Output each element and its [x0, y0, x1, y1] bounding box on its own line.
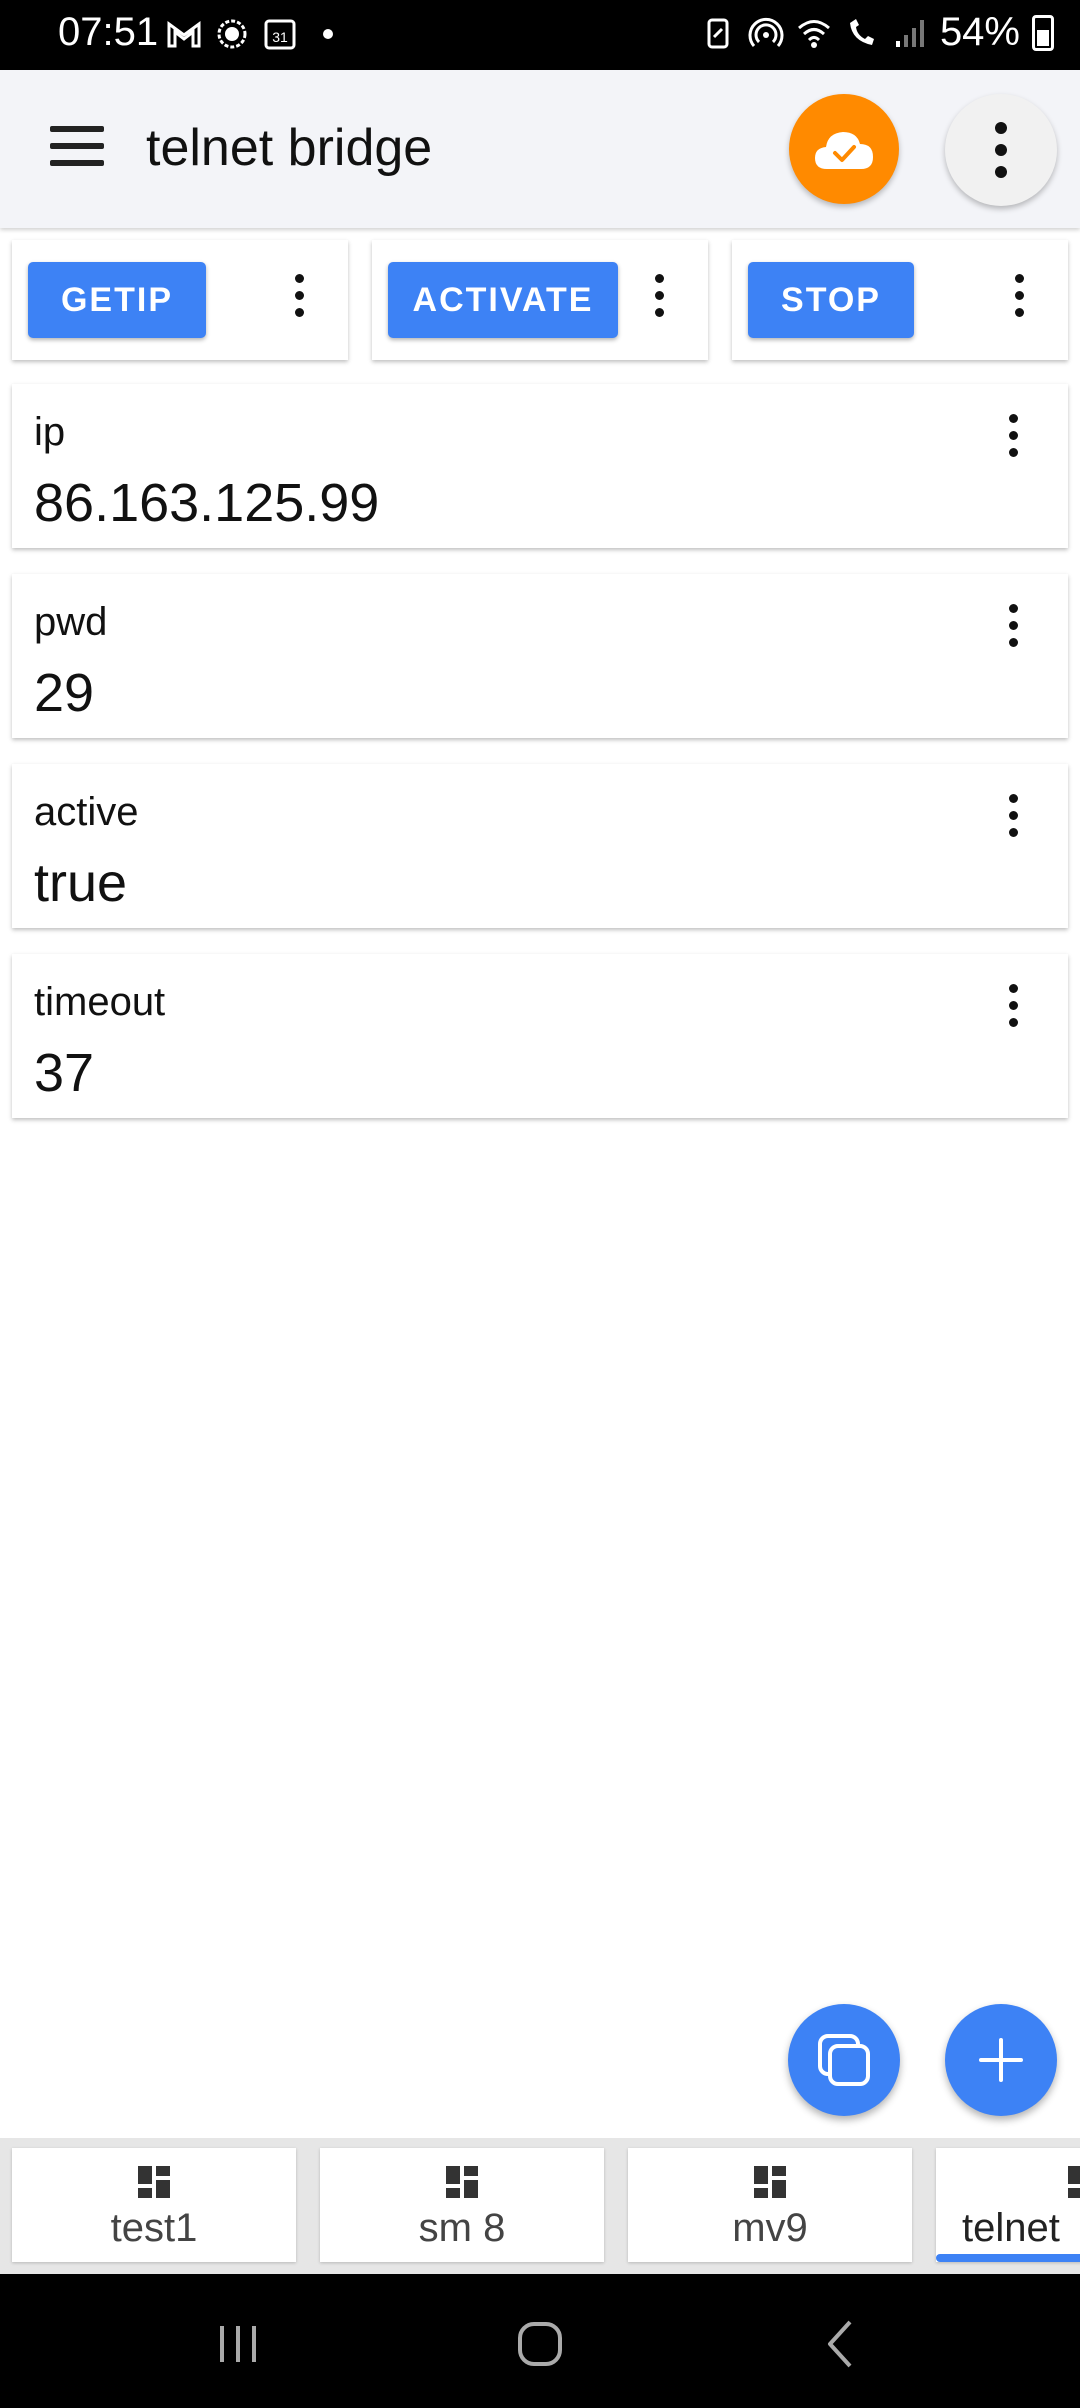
value-text: 86.163.125.99	[34, 473, 380, 533]
stop-card: STOP	[732, 240, 1068, 360]
battery-percent: 54%	[939, 10, 1020, 54]
cloud-check-icon	[815, 132, 873, 169]
tab-label: sm 8	[418, 2206, 506, 2250]
recent-apps-icon[interactable]	[208, 2314, 268, 2374]
system-nav-bar	[0, 2274, 1080, 2408]
card-more-icon[interactable]	[998, 414, 1028, 457]
more-options-button[interactable]	[945, 94, 1057, 206]
dashboard-icon	[138, 2166, 170, 2198]
more-vert-icon	[986, 122, 1016, 178]
getip-card: GETIP	[12, 240, 348, 360]
gmail-icon	[167, 21, 201, 48]
back-icon[interactable]	[812, 2314, 872, 2374]
dashboard-icon	[1068, 2166, 1080, 2198]
getip-button[interactable]: GETIP	[28, 262, 206, 338]
hotspot-icon	[748, 17, 784, 47]
value-text: 37	[34, 1043, 95, 1103]
home-icon[interactable]	[510, 2314, 570, 2374]
activate-card: ACTIVATE	[372, 240, 708, 360]
tab-label: test1	[110, 2206, 198, 2250]
dashboard-icon	[754, 2166, 786, 2198]
value-card-ip: ip 86.163.125.99	[12, 384, 1068, 548]
value-card-pwd: pwd 29	[12, 574, 1068, 738]
card-more-icon[interactable]	[644, 274, 674, 317]
battery-icon	[1032, 14, 1054, 51]
cloud-sync-button[interactable]	[789, 94, 899, 204]
wifi-call-icon	[849, 18, 874, 45]
copy-icon	[818, 2034, 870, 2086]
tab-test1[interactable]: test1	[12, 2148, 296, 2262]
notification-icons: 31	[166, 16, 346, 52]
value-card-timeout: timeout 37	[12, 954, 1068, 1118]
card-more-icon[interactable]	[1004, 274, 1034, 317]
card-more-icon[interactable]	[284, 274, 314, 317]
stop-button[interactable]: STOP	[748, 262, 914, 338]
card-more-icon[interactable]	[998, 794, 1028, 837]
status-time: 07:51	[58, 10, 159, 54]
card-more-icon[interactable]	[998, 604, 1028, 647]
signal-messenger-icon	[217, 19, 247, 49]
menu-icon[interactable]	[50, 126, 104, 166]
wifi-icon	[797, 19, 830, 48]
value-card-active: active true	[12, 764, 1068, 928]
activate-button[interactable]: ACTIVATE	[388, 262, 618, 338]
copy-button[interactable]	[788, 2004, 900, 2116]
tab-sm-8[interactable]: sm 8	[320, 2148, 604, 2262]
calendar-icon: 31	[264, 19, 296, 50]
tab-label: mv9	[732, 2206, 808, 2250]
system-icons: 54%	[700, 10, 1054, 55]
card-more-icon[interactable]	[998, 984, 1028, 1027]
value-label: ip	[34, 410, 66, 454]
value-label: active	[34, 790, 139, 834]
value-label: pwd	[34, 600, 108, 644]
active-tab-indicator	[936, 2254, 1080, 2262]
dashboard-icon	[446, 2166, 478, 2198]
dot-icon	[323, 29, 333, 39]
status-bar: 07:51 31 54%	[0, 0, 1080, 70]
tab-label: telnet	[962, 2206, 1060, 2250]
app-bar: telnet bridge	[0, 70, 1080, 228]
page-title: telnet bridge	[146, 119, 433, 177]
value-text: true	[34, 853, 128, 913]
add-button[interactable]	[945, 2004, 1057, 2116]
plus-icon	[979, 2038, 1023, 2082]
value-label: timeout	[34, 980, 166, 1024]
tab-mv9[interactable]: mv9	[628, 2148, 912, 2262]
battery-saver-icon	[707, 18, 729, 48]
svg-text:31: 31	[272, 29, 288, 45]
value-text: 29	[34, 663, 95, 723]
tab-bar: test1 sm 8 mv9 telnet	[0, 2138, 1080, 2274]
cell-signal-icon	[895, 19, 924, 47]
tab-telnet[interactable]: telnet	[936, 2148, 1080, 2262]
